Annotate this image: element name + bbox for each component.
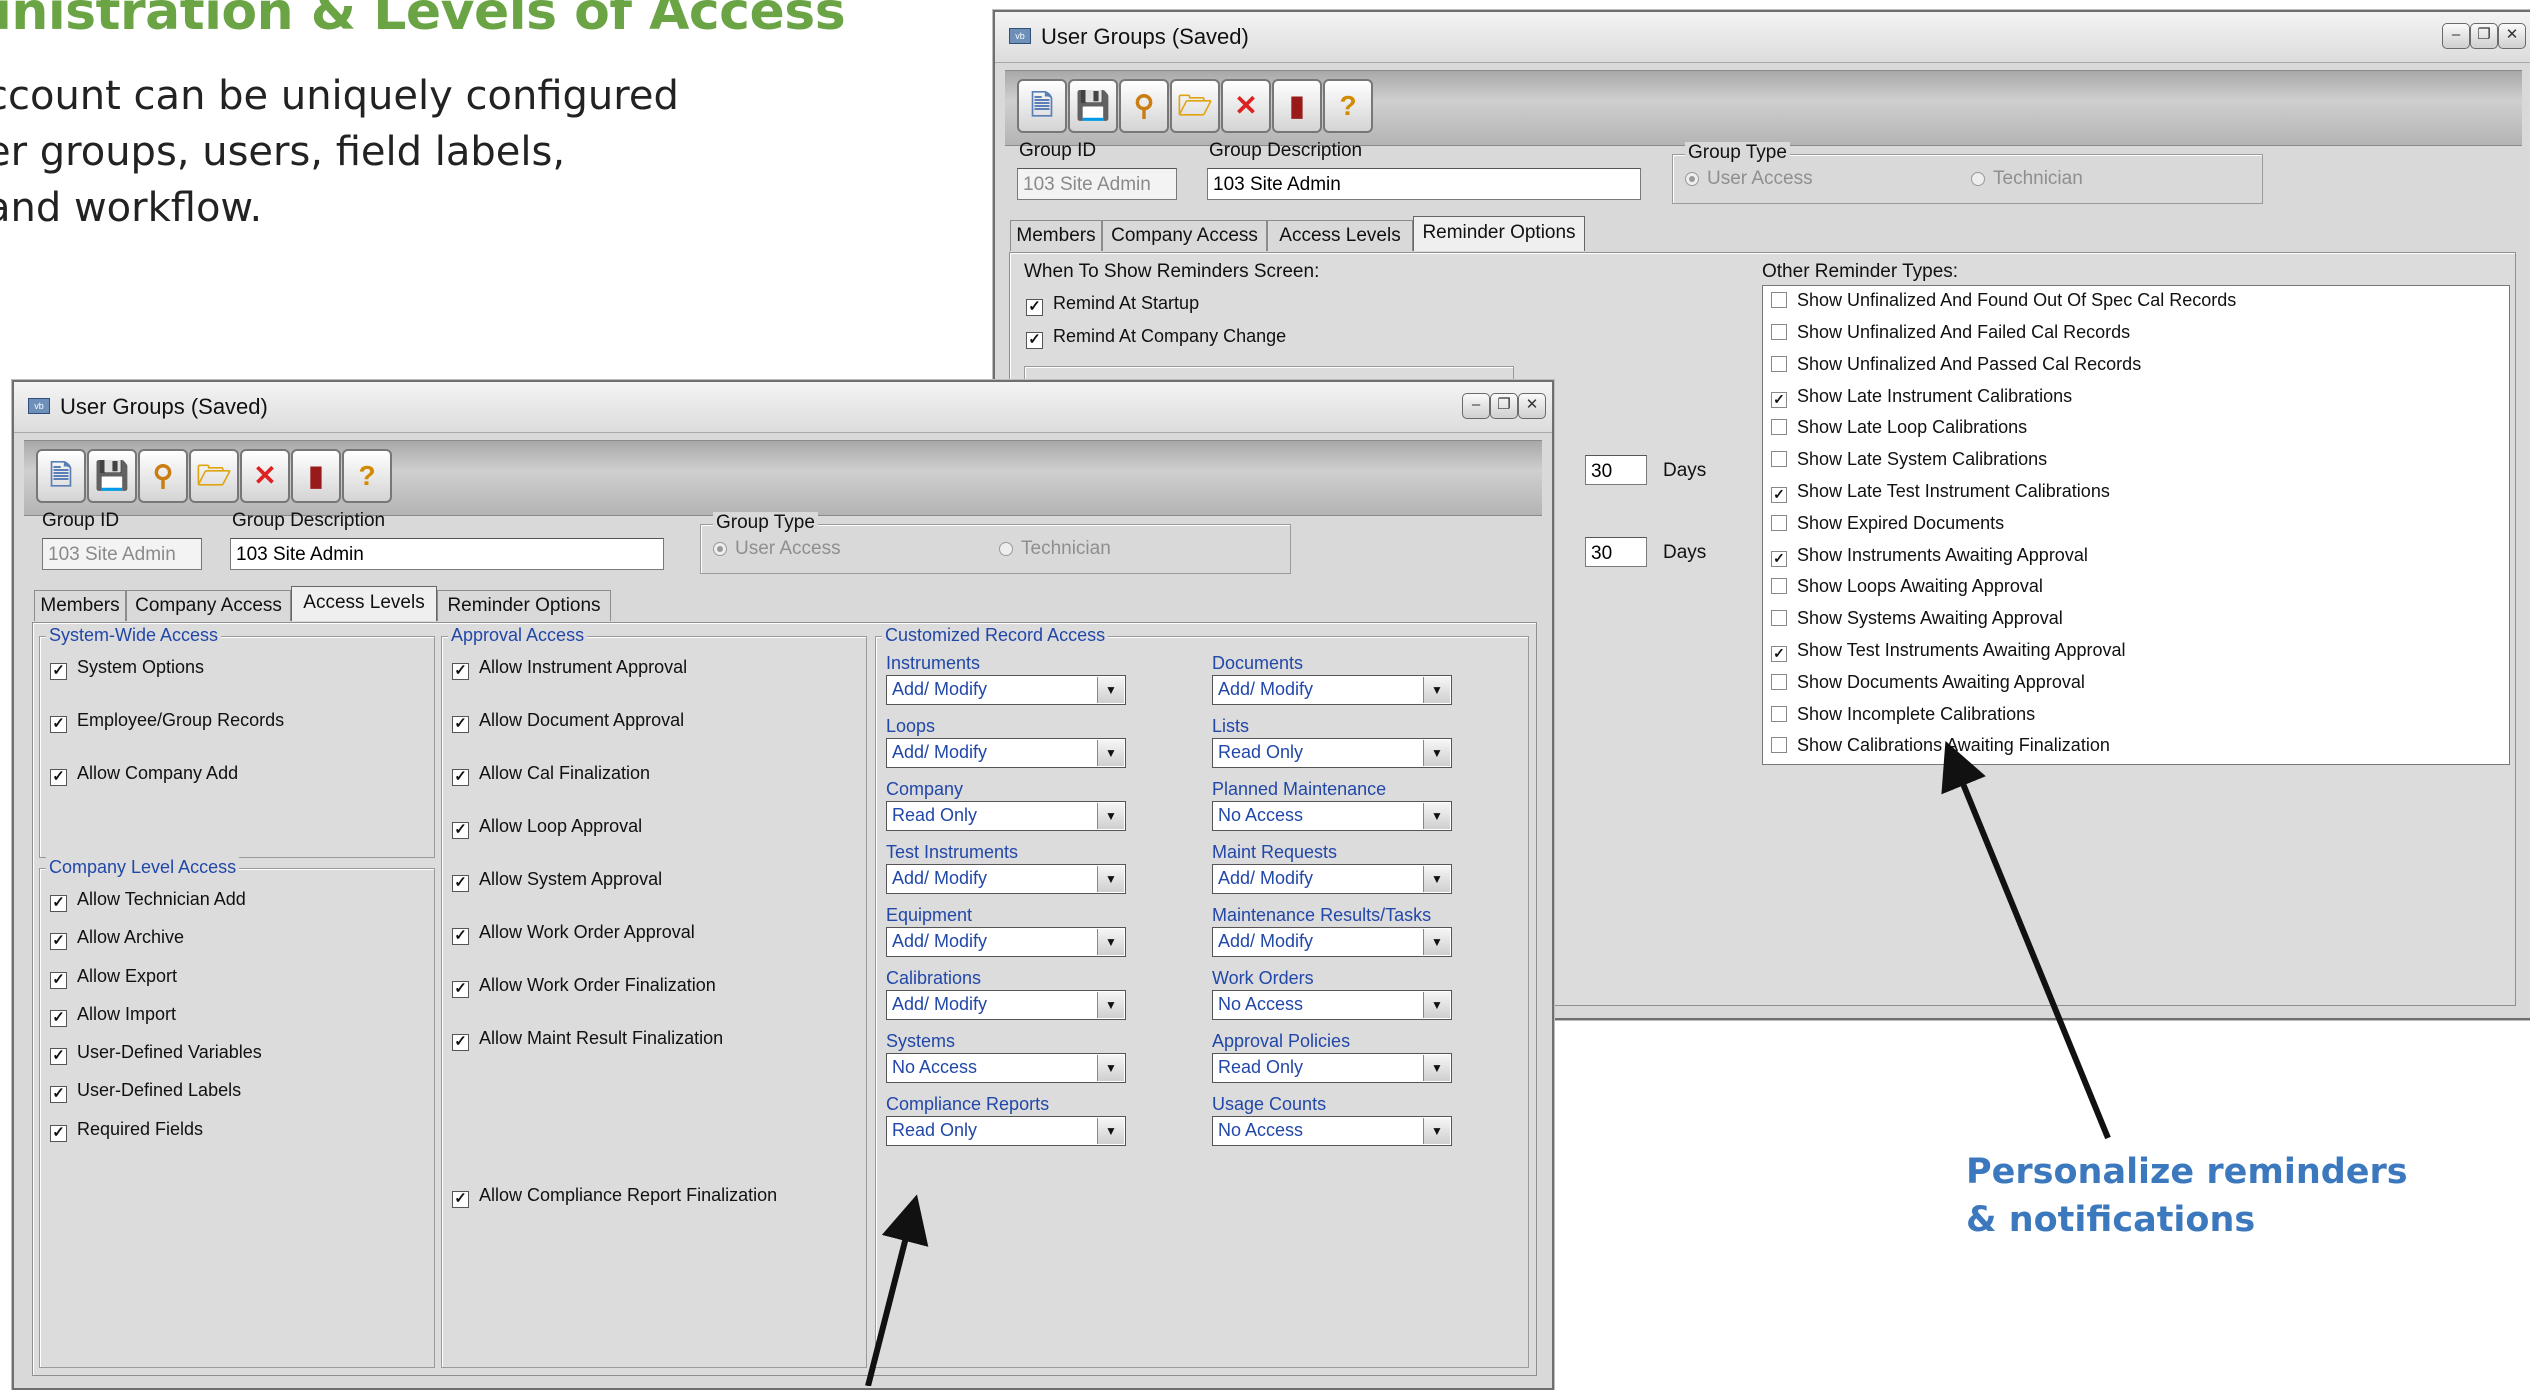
reminder-arrow [1941, 740, 2111, 1140]
annotation-arrows [865, 740, 2111, 1386]
record-access-arrow [865, 1194, 929, 1386]
